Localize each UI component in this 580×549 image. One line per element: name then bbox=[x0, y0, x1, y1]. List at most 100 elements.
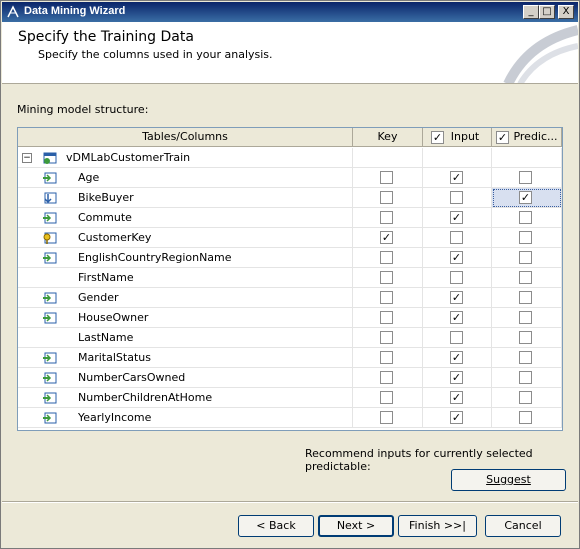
input-cell: ✓ bbox=[423, 368, 492, 388]
column-row[interactable]: YearlyIncome ✓ bbox=[18, 408, 562, 428]
predict-checkbox[interactable] bbox=[519, 391, 532, 404]
column-row[interactable]: MaritalStatus ✓ bbox=[18, 348, 562, 368]
table-icon bbox=[43, 152, 57, 164]
column-row[interactable]: CustomerKey ✓ bbox=[18, 228, 562, 248]
input-column-icon bbox=[43, 252, 57, 264]
column-name-cell: Commute bbox=[18, 208, 353, 228]
column-row[interactable]: NumberChildrenAtHome ✓ bbox=[18, 388, 562, 408]
header-predict-checkbox[interactable]: ✓ bbox=[496, 131, 509, 144]
predict-checkbox[interactable] bbox=[519, 231, 532, 244]
input-checkbox[interactable]: ✓ bbox=[450, 251, 463, 264]
key-cell bbox=[353, 168, 423, 188]
predict-checkbox[interactable] bbox=[519, 171, 532, 184]
input-checkbox[interactable]: ✓ bbox=[450, 351, 463, 364]
column-row[interactable]: HouseOwner ✓ bbox=[18, 308, 562, 328]
key-checkbox[interactable] bbox=[380, 271, 393, 284]
predict-checkbox[interactable] bbox=[519, 251, 532, 264]
input-cell bbox=[423, 328, 492, 348]
maximize-button[interactable]: □ bbox=[539, 5, 555, 19]
column-header-input[interactable]: ✓ Input bbox=[423, 128, 492, 147]
input-cell: ✓ bbox=[423, 208, 492, 228]
suggest-button-label: Suggest bbox=[486, 473, 531, 486]
column-row[interactable]: BikeBuyer ✓ bbox=[18, 188, 562, 208]
column-name-cell: Gender bbox=[18, 288, 353, 308]
column-name: Age bbox=[78, 171, 100, 184]
key-cell bbox=[353, 188, 423, 208]
column-row[interactable]: Age ✓ bbox=[18, 168, 562, 188]
input-checkbox[interactable] bbox=[450, 231, 463, 244]
title-bar[interactable]: Data Mining Wizard _ □ X bbox=[2, 2, 578, 22]
input-checkbox[interactable]: ✓ bbox=[450, 171, 463, 184]
column-row[interactable]: LastName bbox=[18, 328, 562, 348]
column-header-input-label: Input bbox=[450, 130, 480, 143]
predict-cell bbox=[492, 408, 562, 428]
column-header-predict[interactable]: ✓ Predic... bbox=[492, 128, 562, 147]
column-name: NumberChildrenAtHome bbox=[78, 391, 213, 404]
predict-column-icon bbox=[44, 192, 57, 204]
predict-checkbox[interactable]: ✓ bbox=[519, 191, 532, 204]
predict-checkbox[interactable] bbox=[519, 351, 532, 364]
key-checkbox[interactable]: ✓ bbox=[380, 231, 393, 244]
predict-checkbox[interactable] bbox=[519, 371, 532, 384]
key-cell bbox=[353, 408, 423, 428]
input-checkbox[interactable]: ✓ bbox=[450, 211, 463, 224]
column-header-key[interactable]: Key bbox=[353, 128, 423, 147]
column-row[interactable]: NumberCarsOwned ✓ bbox=[18, 368, 562, 388]
wizard-app-icon bbox=[7, 5, 19, 18]
key-cell bbox=[353, 268, 423, 288]
key-checkbox[interactable] bbox=[380, 411, 393, 424]
header-input-checkbox[interactable]: ✓ bbox=[431, 131, 444, 144]
predict-checkbox[interactable] bbox=[519, 211, 532, 224]
window-title: Data Mining Wizard bbox=[24, 5, 126, 17]
column-name: BikeBuyer bbox=[78, 191, 134, 204]
predict-cell bbox=[492, 388, 562, 408]
collapse-toggle[interactable]: − bbox=[22, 153, 32, 163]
predict-checkbox[interactable] bbox=[519, 411, 532, 424]
cancel-button[interactable]: Cancel bbox=[485, 515, 561, 537]
key-checkbox[interactable] bbox=[380, 251, 393, 264]
input-checkbox[interactable]: ✓ bbox=[450, 411, 463, 424]
table-node-row[interactable]: − vDMLabCustomerTrain bbox=[18, 148, 562, 168]
back-button[interactable]: < Back bbox=[238, 515, 314, 537]
footer-separator bbox=[2, 501, 578, 503]
input-checkbox[interactable]: ✓ bbox=[450, 391, 463, 404]
predict-checkbox[interactable] bbox=[519, 331, 532, 344]
input-checkbox[interactable] bbox=[450, 331, 463, 344]
input-checkbox[interactable] bbox=[450, 191, 463, 204]
column-name: YearlyIncome bbox=[78, 411, 152, 424]
column-row[interactable]: Gender ✓ bbox=[18, 288, 562, 308]
finish-button[interactable]: Finish >>| bbox=[398, 515, 477, 537]
predict-checkbox[interactable] bbox=[519, 271, 532, 284]
input-checkbox[interactable]: ✓ bbox=[450, 311, 463, 324]
input-cell: ✓ bbox=[423, 288, 492, 308]
column-name-cell: EnglishCountryRegionName bbox=[18, 248, 353, 268]
column-row[interactable]: FirstName bbox=[18, 268, 562, 288]
key-cell bbox=[353, 288, 423, 308]
input-checkbox[interactable]: ✓ bbox=[450, 371, 463, 384]
input-column-icon bbox=[43, 292, 57, 304]
predict-checkbox[interactable] bbox=[519, 311, 532, 324]
input-checkbox[interactable] bbox=[450, 271, 463, 284]
column-name: Gender bbox=[78, 291, 119, 304]
key-checkbox[interactable] bbox=[380, 331, 393, 344]
input-checkbox[interactable]: ✓ bbox=[450, 291, 463, 304]
next-button[interactable]: Next > bbox=[318, 515, 394, 537]
key-checkbox[interactable] bbox=[380, 371, 393, 384]
close-button[interactable]: X bbox=[558, 5, 574, 19]
key-checkbox[interactable] bbox=[380, 311, 393, 324]
suggest-button[interactable]: Suggest bbox=[451, 469, 566, 491]
key-checkbox[interactable] bbox=[380, 191, 393, 204]
predict-cell bbox=[492, 168, 562, 188]
key-checkbox[interactable] bbox=[380, 391, 393, 404]
predict-checkbox[interactable] bbox=[519, 291, 532, 304]
key-checkbox[interactable] bbox=[380, 291, 393, 304]
mining-structure-label: Mining model structure: bbox=[17, 103, 149, 116]
column-row[interactable]: Commute ✓ bbox=[18, 208, 562, 228]
key-checkbox[interactable] bbox=[380, 351, 393, 364]
column-row[interactable]: EnglishCountryRegionName ✓ bbox=[18, 248, 562, 268]
minimize-button[interactable]: _ bbox=[523, 5, 539, 19]
column-header-name[interactable]: Tables/Columns bbox=[18, 128, 353, 147]
column-name: LastName bbox=[78, 331, 134, 344]
key-checkbox[interactable] bbox=[380, 171, 393, 184]
key-checkbox[interactable] bbox=[380, 211, 393, 224]
